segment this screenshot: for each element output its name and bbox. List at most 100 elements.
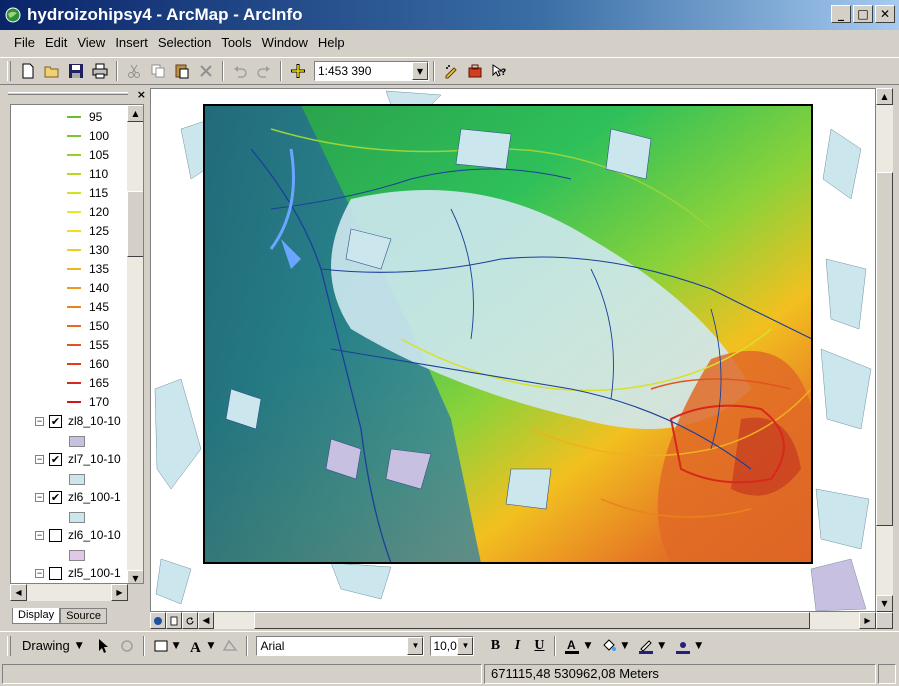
resize-grip[interactable] <box>878 664 896 684</box>
scrollbar-thumb[interactable] <box>876 172 893 526</box>
map-display[interactable] <box>150 88 876 612</box>
font-size-combo[interactable]: 10,0 ▼ <box>430 635 475 656</box>
scroll-up-icon[interactable]: ▲ <box>127 105 143 122</box>
scroll-down-icon[interactable]: ▼ <box>127 570 143 583</box>
collapse-icon[interactable]: − <box>35 530 44 540</box>
menu-help[interactable]: Help <box>312 33 351 52</box>
menu-insert[interactable]: Insert <box>109 33 154 52</box>
collapse-icon[interactable]: − <box>35 416 44 426</box>
menu-file[interactable]: File <box>8 33 41 52</box>
layer-visibility-checkbox[interactable] <box>49 528 62 542</box>
chevron-down-icon[interactable]: ▼ <box>695 641 702 651</box>
arctoolbox-button[interactable] <box>463 60 487 82</box>
save-button[interactable] <box>64 60 88 82</box>
legend-entry: 120 <box>67 202 109 221</box>
marker-color-button[interactable] <box>671 635 695 657</box>
scroll-up-icon[interactable]: ▲ <box>876 88 893 105</box>
map-vertical-scrollbar[interactable]: ▲ ▼ <box>876 88 893 612</box>
close-button[interactable]: ✕ <box>875 5 895 23</box>
copy-button[interactable] <box>146 60 170 82</box>
pointer-arrow-icon <box>98 638 108 653</box>
pause-drawing-button[interactable]: ◀ <box>198 612 214 629</box>
legend-line-symbol <box>67 172 81 175</box>
scrollbar-thumb[interactable] <box>254 612 810 629</box>
collapse-icon[interactable]: − <box>35 454 44 464</box>
layer-name: zl6_10-10 <box>68 528 121 542</box>
line-color-button[interactable] <box>634 635 658 657</box>
chevron-down-icon[interactable]: ▼ <box>584 641 591 651</box>
drawing-menu[interactable]: Drawing <box>22 638 70 653</box>
cut-button[interactable] <box>122 60 146 82</box>
refresh-button[interactable] <box>182 612 198 629</box>
minimize-button[interactable]: _ <box>831 5 851 23</box>
horizontal-scroll-track[interactable] <box>214 612 859 629</box>
layer-visibility-checkbox[interactable]: ✔ <box>49 414 62 428</box>
collapse-icon[interactable]: − <box>35 492 44 502</box>
scroll-down-icon[interactable]: ▼ <box>876 595 893 612</box>
tab-display[interactable]: Display <box>12 608 61 624</box>
edit-vertices-button[interactable] <box>218 635 242 657</box>
new-rectangle-button[interactable] <box>149 635 173 657</box>
layout-view-button[interactable] <box>166 612 182 629</box>
whats-this-button[interactable]: ? <box>487 60 511 82</box>
chevron-down-icon[interactable]: ▼ <box>76 641 83 651</box>
menu-selection[interactable]: Selection <box>152 33 217 52</box>
layer-visibility-checkbox[interactable]: ✔ <box>49 490 62 504</box>
maximize-button[interactable]: □ <box>853 5 873 23</box>
redo-button[interactable] <box>252 60 276 82</box>
legend-label: 140 <box>89 280 110 295</box>
chevron-down-icon[interactable]: ▼ <box>457 636 474 655</box>
new-text-button[interactable]: A <box>184 635 208 657</box>
font-color-button[interactable]: A <box>560 635 584 657</box>
chevron-down-icon[interactable]: ▼ <box>173 641 180 651</box>
layer-row-zl6-10[interactable]: − zl6_10-10 <box>35 525 121 545</box>
chevron-down-icon[interactable]: ▼ <box>407 636 424 655</box>
menu-window[interactable]: Window <box>256 33 314 52</box>
undo-button[interactable] <box>228 60 252 82</box>
toc-vertical-scrollbar[interactable]: ▲ ▼ <box>127 105 143 583</box>
layer-row-zl6-100[interactable]: − ✔ zl6_100-1 <box>35 487 121 507</box>
rotate-button[interactable] <box>115 635 139 657</box>
scroll-left-icon[interactable]: ◀ <box>10 584 27 601</box>
toc-grip[interactable] <box>8 92 128 95</box>
chevron-down-icon[interactable]: ▼ <box>621 641 628 651</box>
font-name-combo[interactable]: Arial ▼ <box>256 635 425 656</box>
chevron-down-icon[interactable]: ▼ <box>208 641 215 651</box>
layer-visibility-checkbox[interactable]: ✔ <box>49 452 62 466</box>
chevron-down-icon[interactable]: ▼ <box>412 62 428 80</box>
menu-edit[interactable]: Edit <box>39 33 73 52</box>
layer-row-zl7[interactable]: − ✔ zl7_10-10 <box>35 449 121 469</box>
new-button[interactable] <box>16 60 40 82</box>
select-elements-button[interactable] <box>91 635 115 657</box>
scroll-right-icon[interactable]: ▶ <box>111 584 128 601</box>
print-button[interactable] <box>88 60 112 82</box>
open-button[interactable] <box>40 60 64 82</box>
menu-tools[interactable]: Tools <box>215 33 257 52</box>
toc-horizontal-scrollbar[interactable]: ◀ ▶ <box>10 584 128 601</box>
map-canvas[interactable] <box>151 89 876 612</box>
bold-button[interactable]: B <box>484 635 506 657</box>
data-view-button[interactable] <box>150 612 166 629</box>
layer-row-zl8[interactable]: − ✔ zl8_10-10 <box>35 411 121 431</box>
fill-color-button[interactable] <box>597 635 621 657</box>
layer-row-zl5[interactable]: − zl5_100-1 <box>35 563 121 583</box>
toolbar-grip[interactable] <box>7 61 11 81</box>
scrollbar-thumb[interactable] <box>127 191 143 257</box>
tab-source[interactable]: Source <box>60 608 107 624</box>
paste-button[interactable] <box>170 60 194 82</box>
delete-button[interactable] <box>194 60 218 82</box>
legend-label: 160 <box>89 356 110 371</box>
add-data-button[interactable] <box>286 60 310 82</box>
layer-visibility-checkbox[interactable] <box>49 566 62 580</box>
standard-toolbar: 1:453 390 ▼ ? <box>0 57 899 85</box>
toolbar-grip[interactable] <box>7 635 11 656</box>
italic-button[interactable]: I <box>506 635 528 657</box>
editor-toolbar-button[interactable] <box>439 60 463 82</box>
collapse-icon[interactable]: − <box>35 568 44 578</box>
scroll-right-icon[interactable]: ▶ <box>859 612 876 629</box>
underline-button[interactable]: U <box>528 635 550 657</box>
map-scale-combo[interactable]: 1:453 390 ▼ <box>314 61 429 81</box>
menu-view[interactable]: View <box>71 33 111 52</box>
chevron-down-icon[interactable]: ▼ <box>658 641 665 651</box>
toc-close-icon[interactable]: × <box>137 88 146 101</box>
